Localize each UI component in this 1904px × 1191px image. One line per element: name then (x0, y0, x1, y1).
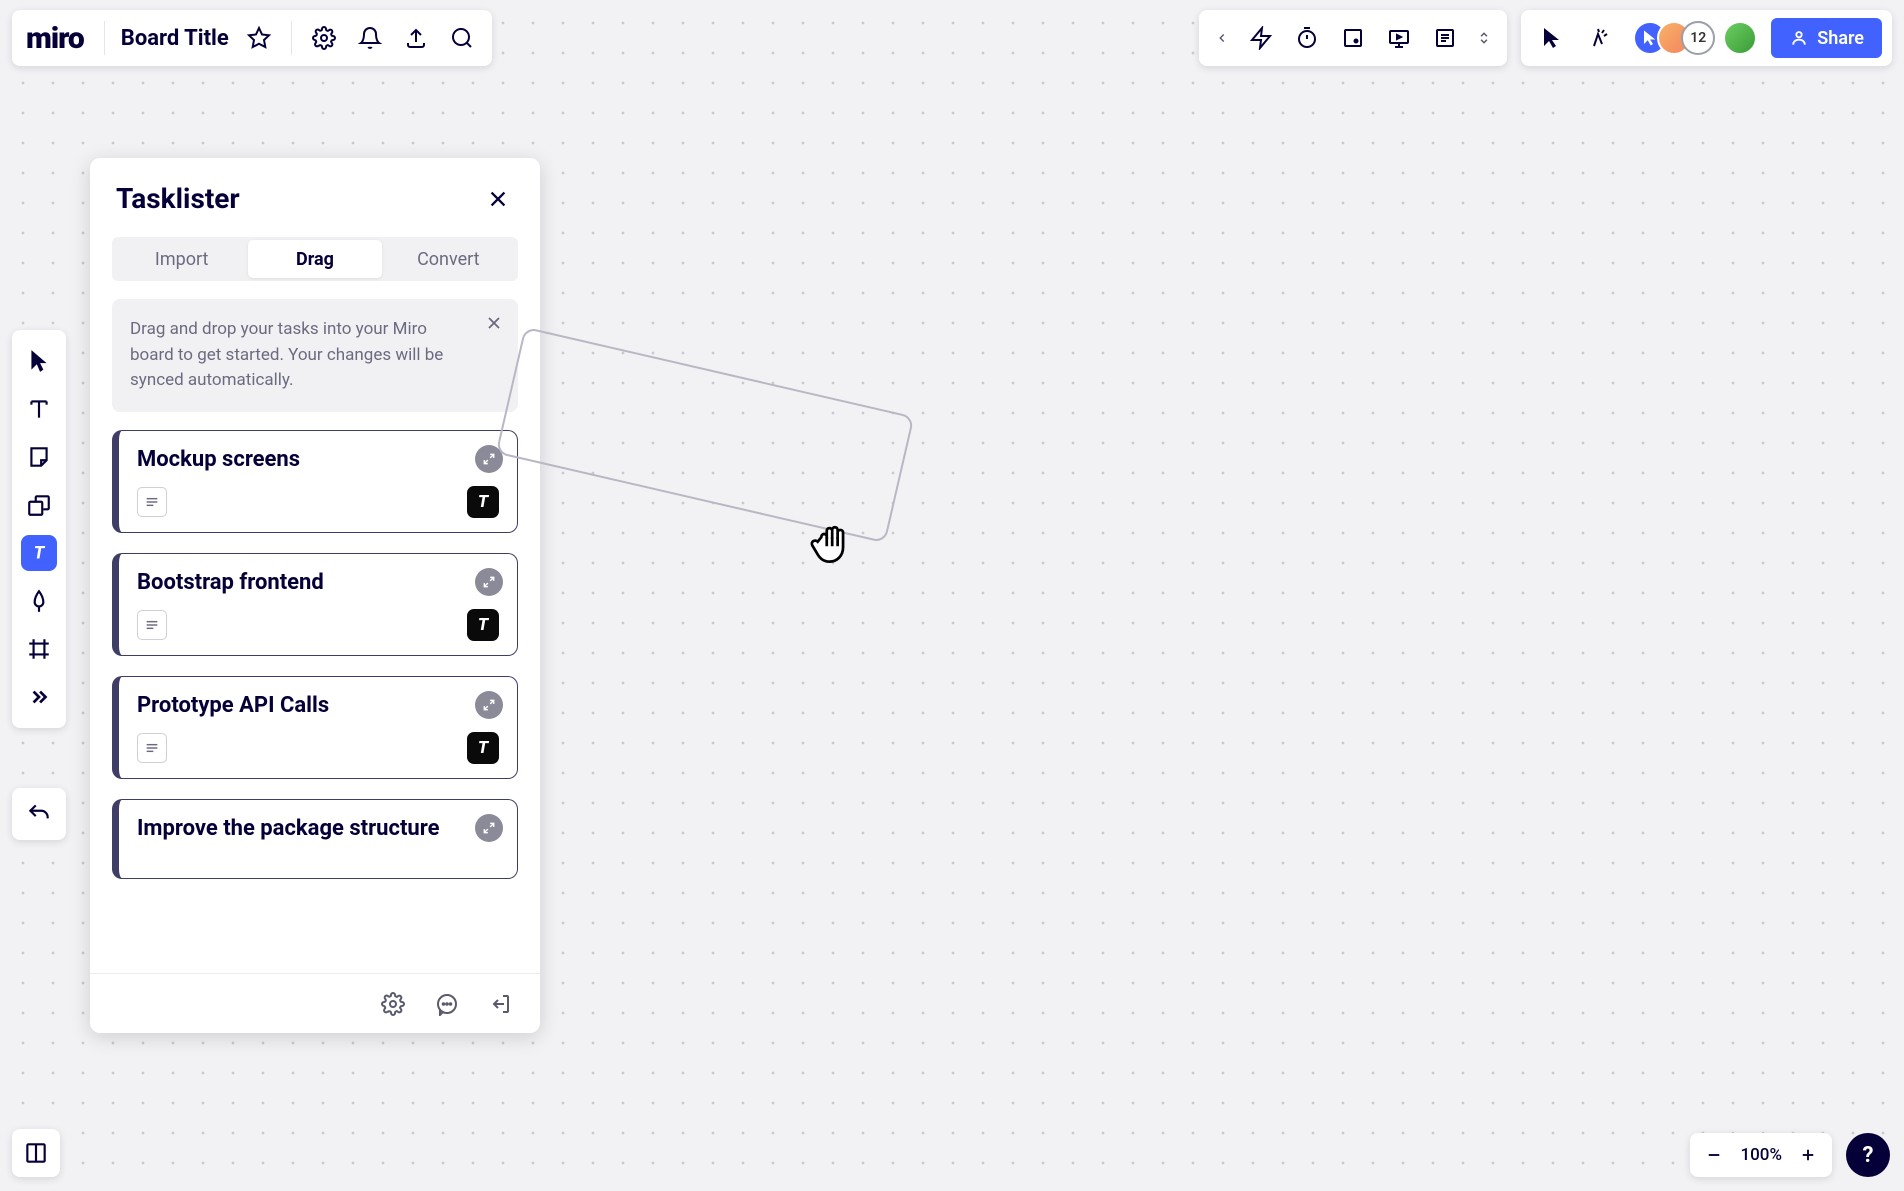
chevron-left-icon[interactable] (1209, 18, 1235, 58)
app-logo[interactable]: miro (22, 21, 92, 56)
activity-toolbar (1199, 10, 1507, 66)
text-tool[interactable] (18, 386, 60, 432)
tasklister-panel: Tasklister Import Drag Convert Drag and … (90, 158, 540, 1033)
search-icon[interactable] (442, 18, 482, 58)
list-icon[interactable] (1425, 18, 1465, 58)
divider (291, 21, 292, 55)
zoom-out-button[interactable] (1698, 1139, 1730, 1171)
panel-tabs: Import Drag Convert (112, 237, 518, 281)
zoom-toolbar: 100% (1690, 1133, 1832, 1177)
chevron-updown-icon[interactable] (1471, 18, 1497, 58)
header-right-area: 12 Share (1199, 10, 1892, 66)
presentation-icon[interactable] (1379, 18, 1419, 58)
task-title: Improve the package structure (137, 816, 499, 841)
timer-icon[interactable] (1287, 18, 1327, 58)
shape-tool[interactable] (18, 482, 60, 528)
svg-text:T: T (34, 543, 46, 563)
panel-settings-icon[interactable] (376, 987, 410, 1021)
panel-footer (90, 973, 540, 1033)
task-title: Mockup screens (137, 447, 499, 472)
avatar-count[interactable]: 12 (1681, 21, 1715, 55)
task-title: Bootstrap frontend (137, 570, 499, 595)
task-source-badge: T (467, 609, 499, 641)
tasklister-tool[interactable]: T (21, 535, 57, 571)
cursor-icon[interactable] (1531, 18, 1573, 58)
task-card[interactable]: Improve the package structure (112, 799, 518, 879)
chat-icon[interactable] (430, 987, 464, 1021)
sticky-note-tool[interactable] (18, 434, 60, 480)
more-tools[interactable] (18, 674, 60, 720)
tab-convert[interactable]: Convert (382, 240, 515, 278)
frame-tool[interactable] (18, 626, 60, 672)
avatar-stack[interactable]: 12 (1627, 21, 1757, 55)
panel-notice: Drag and drop your tasks into your Miro … (112, 299, 518, 412)
board-title[interactable]: Board Title (117, 26, 233, 51)
help-button[interactable]: ? (1846, 1133, 1890, 1177)
tab-import[interactable]: Import (115, 240, 248, 278)
note-icon[interactable] (1333, 18, 1373, 58)
close-icon[interactable] (482, 183, 514, 215)
pen-tool[interactable] (18, 578, 60, 624)
left-tool-toolbar: T (12, 330, 66, 728)
bolt-icon[interactable] (1241, 18, 1281, 58)
zoom-in-button[interactable] (1792, 1139, 1824, 1171)
task-list[interactable]: Mockup screens T Bootstrap frontend T (90, 430, 540, 974)
description-icon[interactable] (137, 733, 167, 763)
share-button[interactable]: Share (1771, 18, 1882, 58)
undo-toolbar (12, 788, 66, 840)
list-fade (90, 943, 540, 973)
task-card[interactable]: Prototype API Calls T (112, 676, 518, 779)
expand-icon[interactable] (475, 691, 503, 719)
share-label: Share (1817, 28, 1864, 49)
logout-icon[interactable] (484, 987, 518, 1021)
select-tool[interactable] (18, 338, 60, 384)
avatar-self[interactable] (1723, 21, 1757, 55)
task-source-badge: T (467, 732, 499, 764)
task-source-badge: T (467, 486, 499, 518)
grab-cursor-icon (805, 510, 863, 568)
notice-close-icon[interactable] (484, 313, 504, 333)
notice-text: Drag and drop your tasks into your Miro … (130, 319, 443, 390)
star-icon[interactable] (239, 18, 279, 58)
task-card[interactable]: Mockup screens T (112, 430, 518, 533)
expand-icon[interactable] (475, 568, 503, 596)
tab-drag[interactable]: Drag (248, 240, 381, 278)
reactions-icon[interactable] (1579, 18, 1621, 58)
divider (104, 21, 105, 55)
minimap-toggle[interactable] (12, 1129, 60, 1177)
task-card[interactable]: Bootstrap frontend T (112, 553, 518, 656)
description-icon[interactable] (137, 487, 167, 517)
settings-gear-icon[interactable] (304, 18, 344, 58)
collaboration-toolbar: 12 Share (1521, 10, 1892, 66)
bell-icon[interactable] (350, 18, 390, 58)
header-left-toolbar: miro Board Title (12, 10, 492, 66)
task-title: Prototype API Calls (137, 693, 499, 718)
panel-title: Tasklister (116, 182, 240, 215)
expand-icon[interactable] (475, 814, 503, 842)
undo-button[interactable] (18, 794, 60, 834)
export-icon[interactable] (396, 18, 436, 58)
panel-header: Tasklister (90, 158, 540, 227)
description-icon[interactable] (137, 610, 167, 640)
zoom-level[interactable]: 100% (1734, 1145, 1788, 1165)
